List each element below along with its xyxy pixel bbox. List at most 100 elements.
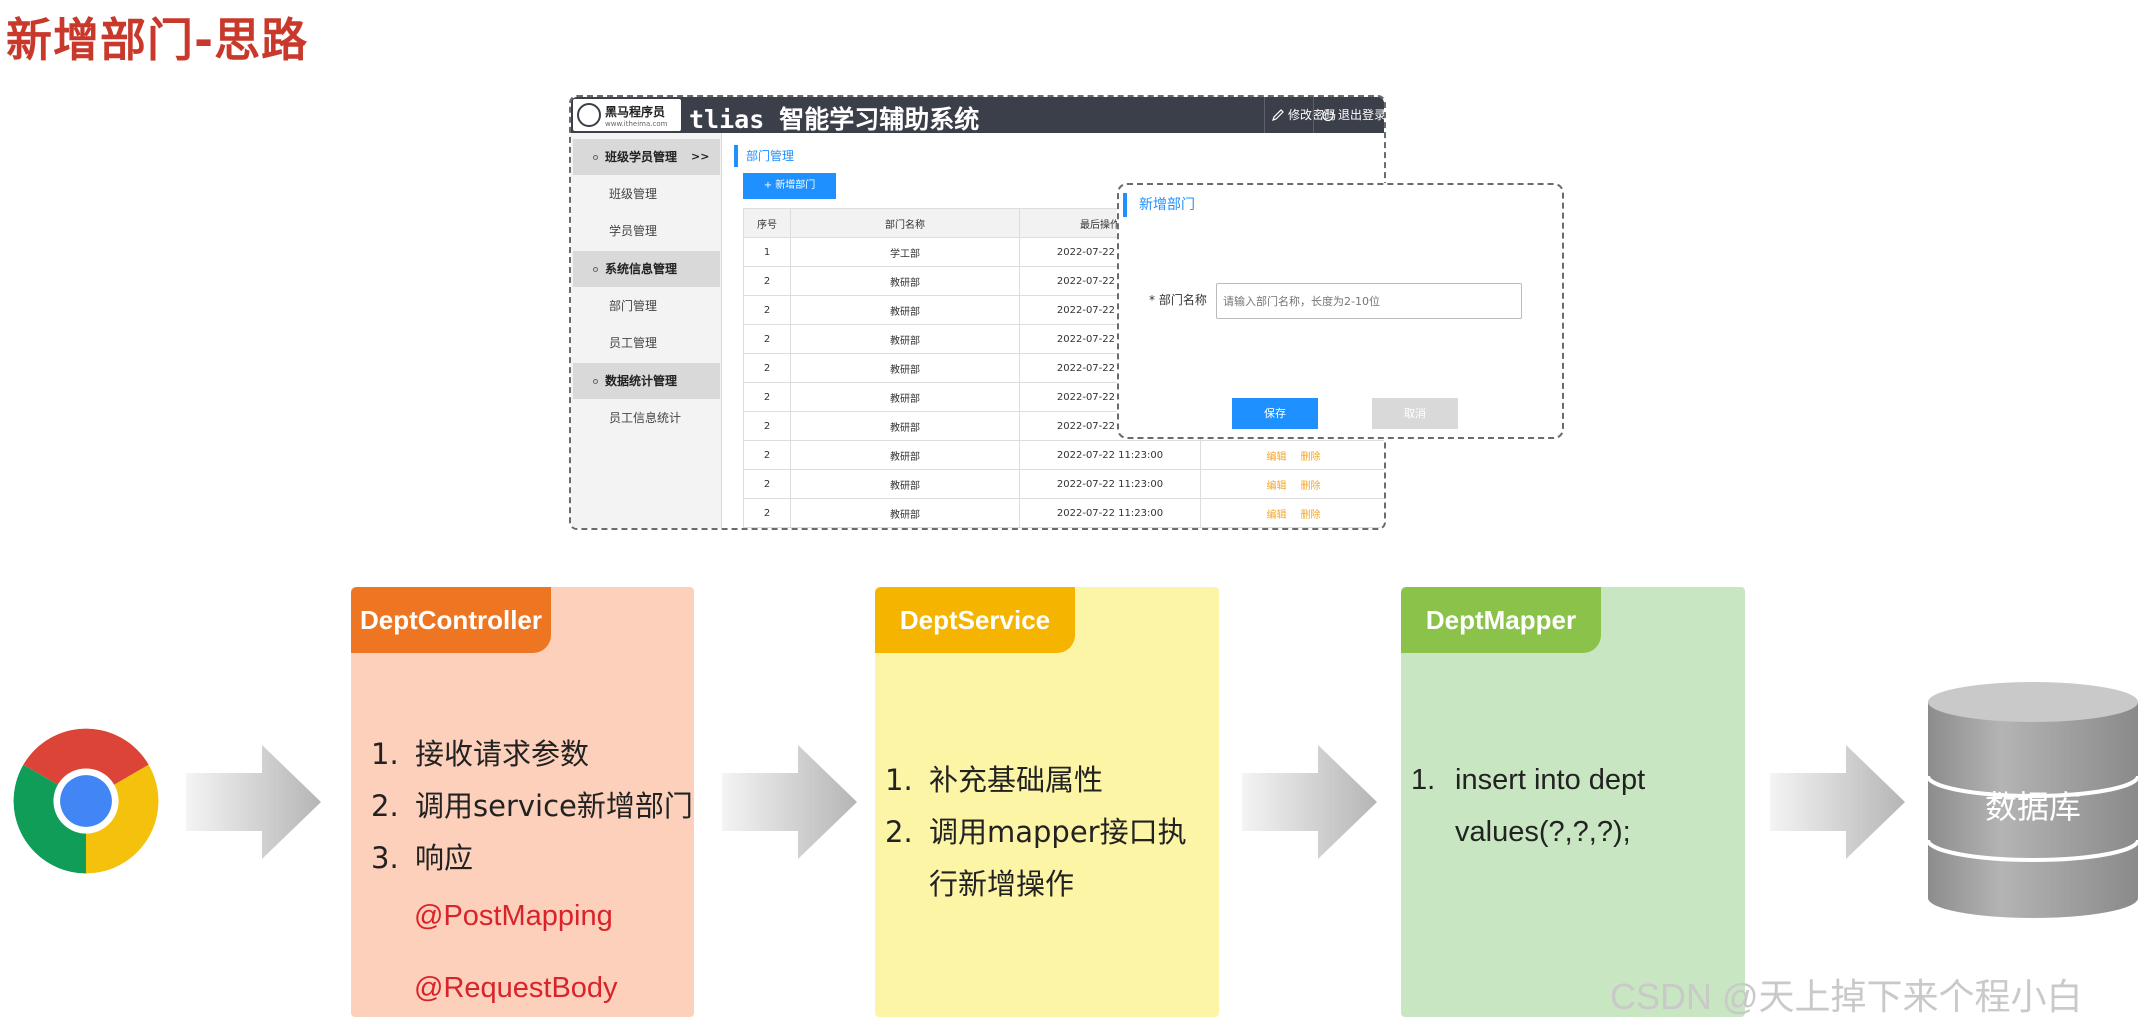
save-button[interactable]: 保存 bbox=[1232, 398, 1318, 429]
logout-label: 退出登录 bbox=[1338, 108, 1386, 122]
table-row: 2教研部2022-07-22 11:23:00 编辑 删除 bbox=[743, 498, 1384, 528]
sidebar-item-student-management[interactable]: 学员管理 bbox=[609, 222, 657, 239]
step-list: 1. 补充基础属性 2. 调用mapper接口执行新增操作 bbox=[885, 754, 1215, 910]
column-header: 序号 bbox=[743, 208, 791, 238]
dept-name-input[interactable] bbox=[1216, 283, 1522, 319]
power-icon bbox=[1322, 108, 1334, 121]
delete-link[interactable]: 删除 bbox=[1301, 510, 1321, 521]
card-title: DeptController bbox=[351, 587, 551, 653]
logo-emblem-icon bbox=[577, 103, 601, 127]
step-text: 调用mapper接口执行新增操作 bbox=[929, 815, 1187, 901]
list-item: 1. 补充基础属性 bbox=[885, 763, 1104, 797]
table-row: 2教研部2022-07-22 11:23:00 编辑 删除 bbox=[743, 469, 1384, 499]
sidebar: 班级学员管理 >> 班级管理 学员管理 系统信息管理 部门管理 员工管理 数据统… bbox=[571, 133, 722, 528]
step-text: 补充基础属性 bbox=[929, 763, 1104, 797]
step-text: insert into dept values(?,?,?); bbox=[1455, 764, 1646, 848]
dept-name-label: * 部门名称 bbox=[1149, 293, 1207, 307]
slide-title: 新增部门-思路 bbox=[6, 13, 309, 67]
column-header: 部门名称 bbox=[790, 208, 1020, 238]
row-index: 2 bbox=[743, 266, 791, 296]
logo-name: 黑马程序员 bbox=[605, 105, 666, 119]
sidebar-item-employee-management[interactable]: 员工管理 bbox=[609, 334, 657, 351]
row-dept-name: 教研部 bbox=[790, 382, 1020, 412]
sidebar-item-class-management[interactable]: 班级管理 bbox=[609, 185, 657, 202]
row-index: 2 bbox=[743, 411, 791, 441]
edit-link[interactable]: 编辑 bbox=[1267, 452, 1287, 463]
pencil-icon bbox=[1272, 108, 1284, 121]
header-divider bbox=[1264, 97, 1265, 133]
app-header: 黑马程序员 www.itheima.com tlias 智能学习辅助系统 修改密… bbox=[571, 97, 1386, 134]
row-index: 2 bbox=[743, 498, 791, 528]
controller-card: DeptController 1. 接收请求参数 2. 调用service新增部门 … bbox=[351, 587, 694, 1017]
logout-button[interactable]: 退出登录 bbox=[1321, 106, 1386, 123]
row-index: 2 bbox=[743, 382, 791, 412]
sidebar-group-class[interactable]: 班级学员管理 >> bbox=[573, 139, 720, 175]
watermark: CSDN @天上掉下来个程小白 bbox=[1610, 976, 2083, 1017]
app-title: tlias 智能学习辅助系统 bbox=[689, 105, 980, 134]
sidebar-group-label: 系统信息管理 bbox=[605, 262, 678, 276]
step-text: 调用service新增部门 bbox=[415, 789, 693, 823]
list-item: 1. insert into dept values(?,?,?); bbox=[1411, 764, 1646, 848]
logo-url: www.itheima.com bbox=[605, 120, 668, 128]
row-updated-time: 2022-07-22 11:23:00 bbox=[1019, 440, 1201, 470]
add-dept-dialog: 新增部门 * 部门名称 保存 取消 bbox=[1117, 183, 1564, 439]
bullet-icon bbox=[593, 155, 598, 160]
row-actions: 编辑 删除 bbox=[1200, 469, 1384, 499]
row-dept-name: 教研部 bbox=[790, 353, 1020, 383]
list-item: 2. 调用service新增部门 bbox=[371, 789, 693, 823]
row-index: 2 bbox=[743, 469, 791, 499]
service-card: DeptService 1. 补充基础属性 2. 调用mapper接口执行新增操作 bbox=[875, 587, 1219, 1017]
dialog-title: 新增部门 bbox=[1123, 193, 1195, 217]
sidebar-group-label: 数据统计管理 bbox=[605, 374, 678, 388]
table-row: 2教研部2022-07-22 11:23:00 编辑 删除 bbox=[743, 440, 1384, 470]
sidebar-item-dept-management[interactable]: 部门管理 bbox=[609, 297, 657, 314]
sidebar-group-label: 班级学员管理 bbox=[605, 150, 678, 164]
row-dept-name: 教研部 bbox=[790, 469, 1020, 499]
delete-link[interactable]: 删除 bbox=[1301, 452, 1321, 463]
bullet-icon bbox=[593, 379, 598, 384]
expand-chevron: >> bbox=[691, 150, 710, 163]
row-dept-name: 教研部 bbox=[790, 498, 1020, 528]
delete-link[interactable]: 删除 bbox=[1301, 481, 1321, 492]
step-text: 响应 bbox=[415, 841, 474, 875]
row-dept-name: 教研部 bbox=[790, 295, 1020, 325]
row-actions: 编辑 删除 bbox=[1200, 498, 1384, 528]
row-actions: 编辑 删除 bbox=[1200, 440, 1384, 470]
step-list: 1. insert into dept values(?,?,?); bbox=[1411, 754, 1711, 858]
row-dept-name: 教研部 bbox=[790, 411, 1020, 441]
header-divider bbox=[1313, 97, 1314, 133]
annotation-requestbody: @RequestBody bbox=[414, 972, 618, 1004]
card-title: DeptMapper bbox=[1401, 587, 1601, 653]
row-index: 2 bbox=[743, 295, 791, 325]
list-item: 2. 调用mapper接口执行新增操作 bbox=[885, 815, 1187, 901]
chrome-icon bbox=[13, 728, 159, 874]
add-dept-button[interactable]: + 新增部门 bbox=[743, 173, 836, 199]
database-icon: 数据库 bbox=[1926, 682, 2140, 918]
step-text: 接收请求参数 bbox=[415, 737, 590, 771]
card-title: DeptService bbox=[875, 587, 1075, 653]
row-dept-name: 学工部 bbox=[790, 237, 1020, 267]
row-updated-time: 2022-07-22 11:23:00 bbox=[1019, 498, 1201, 528]
edit-link[interactable]: 编辑 bbox=[1267, 510, 1287, 521]
list-item: 1. 接收请求参数 bbox=[371, 737, 590, 771]
flow-arrow-icon bbox=[1242, 745, 1377, 859]
row-index: 2 bbox=[743, 440, 791, 470]
flow-arrow-icon bbox=[1770, 745, 1905, 859]
sidebar-group-statistics[interactable]: 数据统计管理 bbox=[573, 363, 720, 399]
step-list: 1. 接收请求参数 2. 调用service新增部门 3. 响应 bbox=[371, 728, 693, 884]
flow-arrow-icon bbox=[186, 745, 321, 859]
row-updated-time: 2022-07-22 11:23:00 bbox=[1019, 469, 1201, 499]
row-dept-name: 教研部 bbox=[790, 266, 1020, 296]
row-index: 2 bbox=[743, 324, 791, 354]
sidebar-item-employee-statistics[interactable]: 员工信息统计 bbox=[609, 409, 681, 426]
row-dept-name: 教研部 bbox=[790, 440, 1020, 470]
brand-logo: 黑马程序员 www.itheima.com bbox=[573, 99, 681, 131]
mapper-card: DeptMapper 1. insert into dept values(?,?… bbox=[1401, 587, 1745, 1017]
flow-arrow-icon bbox=[722, 745, 857, 859]
bullet-icon bbox=[593, 267, 598, 272]
cancel-button[interactable]: 取消 bbox=[1372, 398, 1458, 429]
annotation-postmapping: @PostMapping bbox=[414, 900, 613, 932]
edit-link[interactable]: 编辑 bbox=[1267, 481, 1287, 492]
sidebar-group-system[interactable]: 系统信息管理 bbox=[573, 251, 720, 287]
row-dept-name: 教研部 bbox=[790, 324, 1020, 354]
